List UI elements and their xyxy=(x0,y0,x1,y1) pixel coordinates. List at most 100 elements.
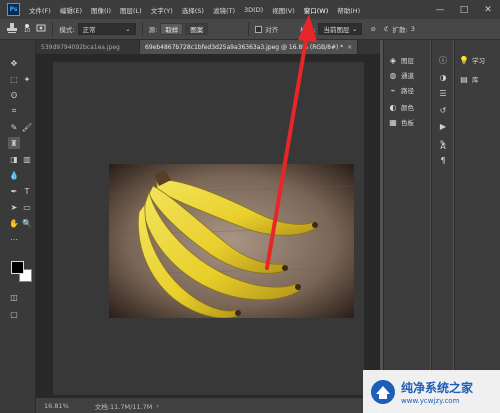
menu-edit[interactable]: 编辑(E) xyxy=(60,5,82,15)
properties-icon[interactable]: ☰ xyxy=(437,87,449,99)
panel-dock-3: 💡 学习 ▤ 库 xyxy=(454,40,500,413)
menu-3d[interactable]: 3D(D) xyxy=(244,6,263,14)
divider xyxy=(52,22,54,36)
eyedropper-tool-icon[interactable]: ✎ xyxy=(8,121,20,133)
banana-photo[interactable] xyxy=(109,164,354,318)
window-controls: — □ ✕ xyxy=(428,0,500,19)
layers-icon: ◈ xyxy=(389,55,397,65)
menu-type[interactable]: 文字(Y) xyxy=(151,5,173,15)
document-tab-bar: 539d9794092bca1ea.jpeg 69eb4867b728c1bfe… xyxy=(36,40,380,54)
tool-bar: ✥ ⬚ ʘ ⌗ ✎ ♜ ◨ 💧 ✒ ➤ ✋ ⋯ ✦ 🖌 ▥ T ▭ 🔍 ◫ ▢ xyxy=(0,40,36,413)
canvas-area[interactable] xyxy=(36,54,380,398)
paths-icon: ⌁ xyxy=(390,85,396,95)
type-tool-icon[interactable]: T xyxy=(21,185,33,197)
brush-preset-picker[interactable]: 10 xyxy=(24,24,30,34)
panel-tab-learn[interactable]: 💡 学习 xyxy=(459,54,485,66)
menu-window[interactable]: 窗口(W) xyxy=(304,5,329,15)
panel-dock-1: ◈ 图层 ◍ 通道 ⌁ 路径 ◐ 颜色 ▦ 色板 xyxy=(383,40,430,413)
screen-mode-icon[interactable]: ▢ xyxy=(8,308,20,320)
learn-icon: 💡 xyxy=(459,55,469,65)
brush-tool-icon[interactable]: 🖌 xyxy=(21,121,33,133)
path-select-tool-icon[interactable]: ➤ xyxy=(8,201,20,213)
eraser-tool-icon[interactable]: ◨ xyxy=(8,153,20,165)
clone-stamp-tool-icon[interactable]: ♜ xyxy=(8,137,20,149)
menu-file[interactable]: 文件(F) xyxy=(29,5,51,15)
hand-tool-icon[interactable]: ✋ xyxy=(8,217,20,229)
sample-value: 当前图层 xyxy=(323,26,350,34)
minimize-button[interactable]: — xyxy=(428,0,452,19)
menu-layer[interactable]: 图层(L) xyxy=(120,5,142,15)
panel-label: 路径 xyxy=(401,87,414,95)
clone-stamp-tool-icon[interactable] xyxy=(6,22,18,36)
paragraph-icon[interactable]: ¶ xyxy=(437,154,449,166)
mode-value: 正常 xyxy=(82,26,96,34)
brush-settings-icon[interactable] xyxy=(36,23,46,35)
menu-help[interactable]: 帮助(H) xyxy=(337,5,360,15)
adjustments-icon[interactable]: ◑ xyxy=(437,71,449,83)
menu-select[interactable]: 选择(S) xyxy=(182,5,204,15)
panel-label: 色板 xyxy=(401,119,414,127)
source-label: 源: xyxy=(148,26,158,34)
move-tool-icon[interactable]: ✥ xyxy=(8,57,20,69)
diffusion-label: 扩散: xyxy=(392,26,408,34)
chevron-down-icon: ⌄ xyxy=(125,25,131,33)
panel-dock-2: ⓘ ◑ ☰ ↺ ▶ ✎ A ¶ xyxy=(431,40,453,413)
tab-document-2[interactable]: 69eb4867b728c1bfed3d25a9a36363a3.jpeg @ … xyxy=(140,40,358,54)
sample-select[interactable]: 当前图层 ⌄ xyxy=(318,23,363,35)
history-icon[interactable]: ↺ xyxy=(437,104,449,116)
panel-tab-channels[interactable]: ◍ 通道 xyxy=(388,69,415,81)
divider xyxy=(141,22,143,36)
align-label: 对齐 xyxy=(265,26,279,34)
watermark-title: 纯净系统之家 xyxy=(401,380,474,395)
panel-tab-libraries[interactable]: ▤ 库 xyxy=(459,73,478,85)
chevron-right-icon[interactable]: › xyxy=(156,402,159,410)
foreground-color-swatch[interactable] xyxy=(11,261,24,274)
info-icon[interactable]: ⓘ xyxy=(437,54,449,66)
pen-tool-icon[interactable]: ✒ xyxy=(8,185,20,197)
character-icon[interactable]: A xyxy=(437,140,449,152)
mode-select[interactable]: 正常 ⌄ xyxy=(77,23,136,35)
actions-icon[interactable]: ▶ xyxy=(437,120,449,132)
panel-label: 学习 xyxy=(472,57,485,65)
swatches-icon: ▦ xyxy=(389,117,397,127)
source-sampled-button[interactable]: 取样 xyxy=(160,23,184,35)
close-button[interactable]: ✕ xyxy=(476,0,500,19)
options-bar: 10 模式: 正常 ⌄ 源: 取样 图案 对齐 样本: 当前图层 ⌄ ⊘ ℭ 扩… xyxy=(0,19,500,40)
channels-icon: ◍ xyxy=(389,70,397,80)
tab-document-1[interactable]: 539d9794092bca1ea.jpeg xyxy=(36,40,140,54)
sample-label: 样本: xyxy=(300,26,316,34)
magic-wand-tool-icon[interactable]: ✦ xyxy=(21,73,33,85)
pressure-icon[interactable]: ℭ xyxy=(384,25,389,33)
diffusion-value[interactable]: 3 xyxy=(411,25,415,33)
panel-label: 图层 xyxy=(401,57,414,65)
quick-mask-icon[interactable]: ◫ xyxy=(8,291,20,303)
align-checkbox[interactable] xyxy=(255,25,263,33)
source-pattern-button[interactable]: 图案 xyxy=(185,23,209,35)
shape-tool-icon[interactable]: ▭ xyxy=(21,201,33,213)
lasso-tool-icon[interactable]: ʘ xyxy=(8,89,20,101)
blur-tool-icon[interactable]: 💧 xyxy=(8,169,20,181)
panel-tab-paths[interactable]: ⌁ 路径 xyxy=(388,84,414,96)
mode-label: 模式: xyxy=(59,26,75,34)
edit-toolbar-icon[interactable]: ⋯ xyxy=(8,233,20,245)
photoshop-logo: Ps xyxy=(7,3,20,16)
panel-tab-swatches[interactable]: ▦ 色板 xyxy=(388,116,414,128)
panel-label: 通道 xyxy=(401,72,414,80)
zoom-tool-icon[interactable]: 🔍 xyxy=(21,217,33,229)
ignore-adjustment-icon[interactable]: ⊘ xyxy=(370,25,375,33)
gradient-tool-icon[interactable]: ▥ xyxy=(21,153,33,165)
menu-image[interactable]: 图像(I) xyxy=(91,5,111,15)
close-icon[interactable]: ✕ xyxy=(347,44,352,51)
maximize-button[interactable]: □ xyxy=(452,0,476,19)
crop-tool-icon[interactable]: ⌗ xyxy=(8,105,20,117)
menu-filter[interactable]: 滤镜(T) xyxy=(213,5,235,15)
watermark-text: 纯净系统之家 www.ycwjzy.com xyxy=(401,379,473,405)
watermark-logo-icon xyxy=(371,379,395,404)
zoom-level[interactable]: 16.81% xyxy=(44,402,69,410)
menu-view[interactable]: 视图(V) xyxy=(272,5,295,15)
divider xyxy=(248,22,250,36)
site-watermark: 纯净系统之家 www.ycwjzy.com xyxy=(363,370,500,413)
panel-tab-color[interactable]: ◐ 颜色 xyxy=(388,101,415,113)
marquee-tool-icon[interactable]: ⬚ xyxy=(8,73,20,85)
panel-tab-layers[interactable]: ◈ 图层 xyxy=(388,54,414,66)
